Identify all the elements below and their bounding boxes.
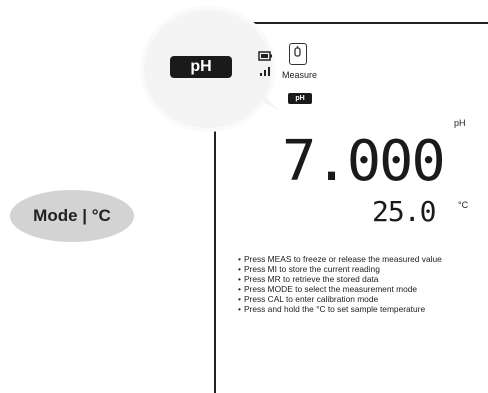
instruction-item: Press MEAS to freeze or release the meas…: [238, 254, 488, 264]
temperature-reading: 25.0: [372, 195, 436, 228]
instruction-list: Press MEAS to freeze or release the meas…: [238, 254, 488, 314]
reading-unit: pH: [454, 118, 466, 128]
mode-indicator-large: pH: [170, 56, 232, 78]
temperature-unit: °C: [458, 200, 469, 210]
instruction-item: Press CAL to enter calibration mode: [238, 294, 488, 304]
instruction-item: Press MR to retrieve the stored data: [238, 274, 488, 284]
beaker-icon: [289, 43, 307, 65]
instruction-item: Press and hold the °C to set sample temp…: [238, 304, 488, 314]
display-border-top: [234, 22, 488, 24]
instruction-item: Press MI to store the current reading: [238, 264, 488, 274]
ph-reading: 7.000: [282, 129, 446, 194]
measure-label: Measure: [282, 70, 318, 80]
mode-temperature-button[interactable]: Mode | °C: [10, 190, 134, 242]
mode-indicator-small: pH: [288, 93, 312, 104]
instruction-item: Press MODE to select the measurement mod…: [238, 284, 488, 294]
battery-icon: [258, 51, 272, 61]
signal-bars-icon: [260, 67, 270, 76]
